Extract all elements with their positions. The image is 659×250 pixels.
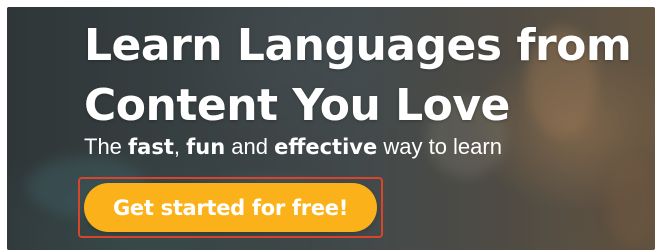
subtitle-emphasis-fast: fast — [128, 135, 174, 159]
hero-subtitle: The fast, fun and effective way to learn — [84, 132, 502, 162]
get-started-button[interactable]: Get started for free! — [84, 183, 377, 232]
headline-line-1: Learn Languages from — [84, 20, 632, 71]
hero-headline: Learn Languages from Content You Love — [84, 16, 654, 136]
subtitle-emphasis-fun: fun — [186, 135, 226, 159]
hero-banner: Learn Languages from Content You Love Th… — [7, 7, 655, 250]
subtitle-text: The — [84, 134, 129, 159]
headline-line-2: Content You Love — [84, 80, 510, 131]
subtitle-emphasis-effective: effective — [274, 135, 378, 159]
cta-focus-outline: Get started for free! — [78, 177, 383, 238]
subtitle-text: , — [173, 134, 187, 159]
subtitle-text: and — [225, 134, 275, 159]
subtitle-text: way to learn — [377, 134, 502, 159]
